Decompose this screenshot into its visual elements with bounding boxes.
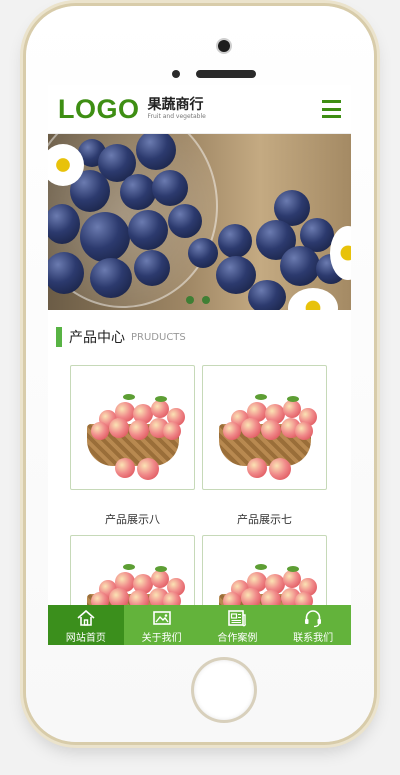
leaf-shape: [123, 564, 135, 570]
nav-item-2[interactable]: 关于我们: [124, 605, 200, 645]
proximity-sensor: [172, 70, 180, 78]
blueberry: [128, 210, 168, 250]
leaf-shape: [287, 396, 299, 402]
site-logo[interactable]: LOGO: [58, 94, 140, 125]
apple-shape: [129, 420, 149, 440]
hamburger-menu-icon[interactable]: [322, 100, 341, 118]
home-button[interactable]: [194, 660, 254, 720]
blueberry: [80, 212, 130, 262]
daisy-flower: [288, 288, 338, 310]
blueberry: [188, 238, 218, 268]
brand-name-en: Fruit and vegetable: [147, 113, 206, 120]
leaf-shape: [255, 394, 267, 400]
product-card[interactable]: 产品展示八: [70, 365, 195, 535]
nav-label: 合作案例: [217, 633, 258, 644]
apple-shape: [223, 422, 241, 440]
blueberry: [152, 170, 188, 206]
headset-icon: [303, 608, 323, 628]
site-header: LOGO 果蔬商行 Fruit and vegetable: [48, 85, 351, 134]
nav-label: 关于我们: [141, 633, 182, 644]
product-name[interactable]: 产品展示八: [70, 511, 195, 527]
apple-shape: [115, 458, 135, 478]
apple-shape: [269, 458, 291, 480]
product-image[interactable]: [70, 365, 195, 490]
nav-label: 联系我们: [293, 633, 334, 644]
brand-name-cn: 果蔬商行: [147, 97, 204, 113]
blueberry: [280, 246, 320, 286]
bottom-nav: 网站首页 关于我们 合作案例 联系我们: [48, 605, 351, 645]
section-header: 产品中心 PRUDUCTS: [56, 327, 351, 347]
section-title: 产品中心: [69, 330, 125, 346]
image-icon: [152, 608, 172, 628]
apple-shape: [137, 458, 159, 480]
apple-shape: [109, 418, 129, 438]
product-grid: 产品展示八 产品展示七: [70, 365, 351, 645]
blueberry: [168, 204, 202, 238]
section-accent-bar: [56, 327, 62, 347]
nav-label: 网站首页: [65, 633, 106, 644]
nav-item-1[interactable]: 网站首页: [48, 605, 124, 645]
phone-screen: LOGO 果蔬商行 Fruit and vegetable 产品中心 PRUDU…: [48, 85, 351, 645]
carousel-dot[interactable]: [202, 296, 210, 304]
product-card[interactable]: 产品展示七: [202, 365, 327, 535]
carousel-dots: [186, 296, 210, 304]
apple-shape: [295, 422, 313, 440]
blueberry: [134, 250, 170, 286]
blueberry: [90, 258, 132, 298]
leaf-shape: [155, 566, 167, 572]
newspaper-icon: [227, 608, 247, 628]
hero-banner[interactable]: [48, 134, 351, 310]
blueberry: [218, 224, 252, 258]
apple-shape: [261, 420, 281, 440]
blueberry: [120, 174, 156, 210]
front-camera: [218, 40, 230, 52]
earpiece-speaker: [196, 70, 256, 78]
product-name[interactable]: 产品展示七: [202, 511, 327, 527]
brand-block: 果蔬商行 Fruit and vegetable: [148, 97, 206, 121]
leaf-shape: [123, 394, 135, 400]
apple-shape: [91, 422, 109, 440]
apple-shape: [163, 422, 181, 440]
nav-item-3[interactable]: 合作案例: [200, 605, 276, 645]
leaf-shape: [255, 564, 267, 570]
nav-item-4[interactable]: 联系我们: [275, 605, 351, 645]
section-subtitle: PRUDUCTS: [131, 331, 186, 343]
leaf-shape: [155, 396, 167, 402]
carousel-dot[interactable]: [186, 296, 194, 304]
apple-shape: [247, 458, 267, 478]
leaf-shape: [287, 566, 299, 572]
blueberry: [248, 280, 286, 310]
apple-shape: [241, 418, 261, 438]
product-image[interactable]: [202, 365, 327, 490]
home-icon: [76, 608, 96, 628]
